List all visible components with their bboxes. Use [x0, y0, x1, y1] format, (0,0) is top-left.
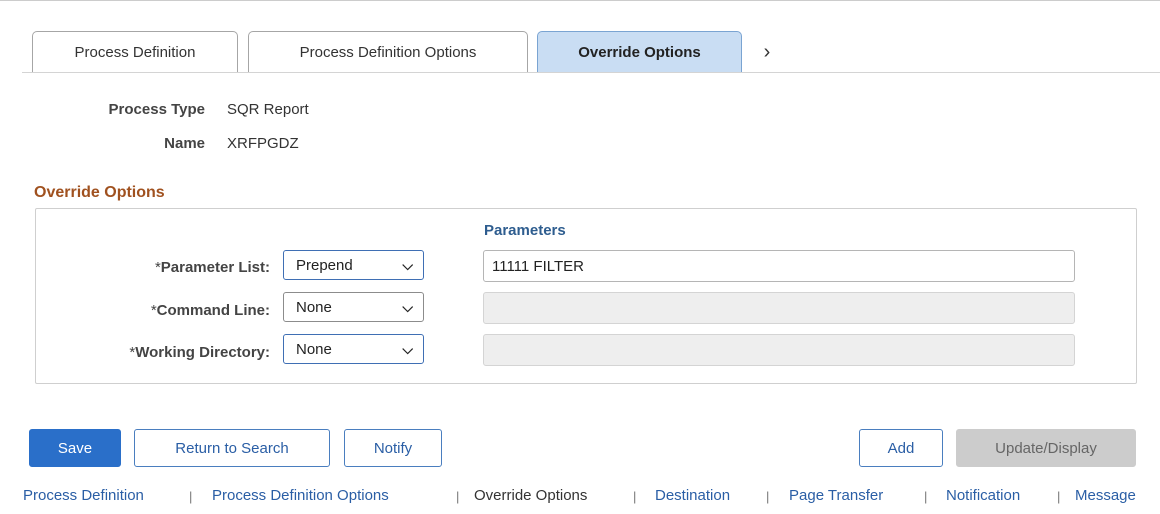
select-value: None [296, 340, 332, 358]
command-line-label: *Command Line: [40, 302, 270, 319]
footer-separator: | [924, 489, 928, 504]
name-value: XRFPGDZ [227, 135, 299, 152]
tab-process-definition-options[interactable]: Process Definition Options [248, 31, 528, 73]
tab-label: Process Definition Options [299, 44, 477, 61]
footer-link-message[interactable]: Message [1075, 487, 1136, 504]
footer-link-page-transfer[interactable]: Page Transfer [789, 487, 883, 504]
add-button[interactable]: Add [859, 429, 943, 467]
working-directory-parameters-input [483, 334, 1075, 366]
group-title-override-options: Override Options [34, 184, 165, 201]
select-value: Prepend [296, 256, 353, 274]
page: Process Definition Process Definition Op… [0, 0, 1160, 514]
chevron-right-icon[interactable]: › [757, 41, 777, 64]
footer-separator: | [1057, 489, 1061, 504]
footer-link-destination[interactable]: Destination [655, 487, 730, 504]
name-label: Name [164, 135, 205, 152]
footer-separator: | [633, 489, 637, 504]
footer-link-process-definition[interactable]: Process Definition [23, 487, 144, 504]
chevron-down-icon: ⌵ [402, 299, 413, 315]
working-directory-label: *Working Directory: [40, 344, 270, 361]
return-to-search-button[interactable]: Return to Search [134, 429, 330, 467]
notify-button[interactable]: Notify [344, 429, 442, 467]
label-text: Working Directory: [135, 344, 270, 361]
chevron-down-icon: ⌵ [402, 257, 413, 273]
input-value: 11111 FILTER [492, 257, 584, 275]
footer-link-process-definition-options[interactable]: Process Definition Options [212, 487, 389, 504]
select-value: None [296, 298, 332, 316]
tab-label: Override Options [578, 44, 701, 61]
parameter-list-parameters-input[interactable]: 11111 FILTER [483, 250, 1075, 282]
footer-link-override-options: Override Options [474, 487, 588, 504]
tab-divider [22, 72, 1160, 73]
command-line-parameters-input [483, 292, 1075, 324]
tab-label: Process Definition [74, 44, 196, 61]
process-type-label: Process Type [108, 101, 205, 118]
process-type-value: SQR Report [227, 101, 309, 118]
parameter-list-select[interactable]: Prepend ⌵ [283, 250, 424, 280]
footer-separator: | [766, 489, 770, 504]
footer-separator: | [189, 489, 193, 504]
tab-process-definition[interactable]: Process Definition [32, 31, 238, 73]
tab-override-options[interactable]: Override Options [537, 31, 742, 73]
footer-separator: | [456, 489, 460, 504]
footer-link-notification[interactable]: Notification [946, 487, 1020, 504]
update-display-button: Update/Display [956, 429, 1136, 467]
save-button[interactable]: Save [29, 429, 121, 467]
label-text: Parameter List: [160, 259, 270, 276]
parameter-list-label: *Parameter List: [40, 259, 270, 276]
label-text: Command Line: [156, 302, 270, 319]
chevron-down-icon: ⌵ [402, 341, 413, 357]
command-line-select[interactable]: None ⌵ [283, 292, 424, 322]
parameters-header: Parameters [484, 222, 566, 239]
working-directory-select[interactable]: None ⌵ [283, 334, 424, 364]
